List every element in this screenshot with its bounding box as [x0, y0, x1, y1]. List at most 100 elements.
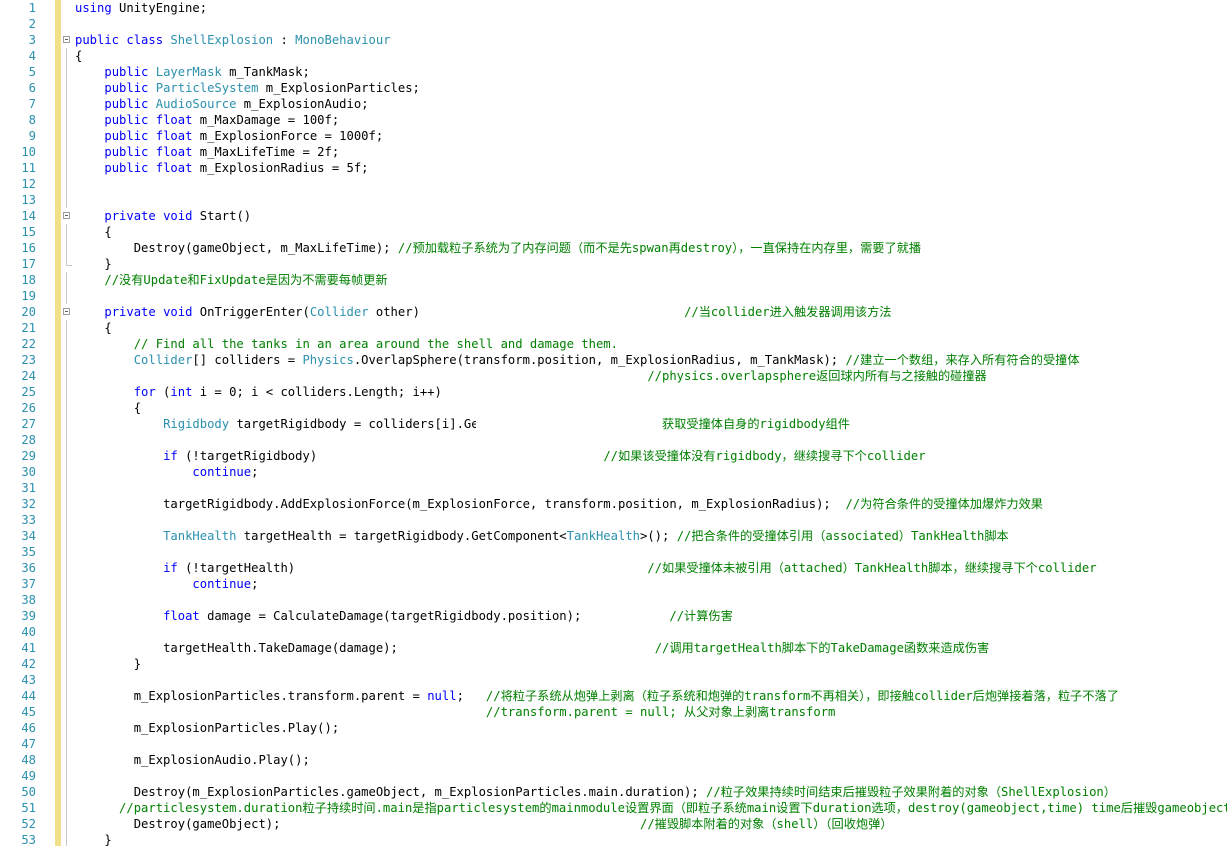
- line-code[interactable]: //particlesystem.duration粒子持续时间.main是指pa…: [75, 800, 1227, 816]
- code-line[interactable]: 8 public float m_MaxDamage = 100f;: [0, 112, 1227, 128]
- line-code[interactable]: continue;: [75, 576, 258, 592]
- code-line[interactable]: 4{: [0, 48, 1227, 64]
- code-line[interactable]: 38: [0, 592, 1227, 608]
- code-line[interactable]: 35: [0, 544, 1227, 560]
- line-code[interactable]: targetRigidbody.AddExplosionForce(m_Expl…: [75, 496, 1043, 512]
- line-code[interactable]: //没有Update和FixUpdate是因为不需要每帧更新: [75, 272, 387, 288]
- line-code[interactable]: if (!targetRigidbody) //如果该受撞体没有rigidbod…: [75, 448, 926, 464]
- line-number: 32: [21, 497, 36, 511]
- code-line[interactable]: 31: [0, 480, 1227, 496]
- line-code[interactable]: public float m_ExplosionForce = 1000f;: [75, 128, 383, 144]
- code-line[interactable]: 49: [0, 768, 1227, 784]
- code-line[interactable]: 18 //没有Update和FixUpdate是因为不需要每帧更新: [0, 272, 1227, 288]
- line-code[interactable]: continue;: [75, 464, 258, 480]
- code-line[interactable]: 23 Collider[] colliders = Physics.Overla…: [0, 352, 1227, 368]
- code-line[interactable]: 45 //transform.parent = null; 从父对象上剥离tra…: [0, 704, 1227, 720]
- code-line[interactable]: 30 continue;: [0, 464, 1227, 480]
- line-code[interactable]: public float m_ExplosionRadius = 5f;: [75, 160, 368, 176]
- collapse-toggle-icon[interactable]: [63, 308, 70, 315]
- line-code[interactable]: public ParticleSystem m_ExplosionParticl…: [75, 80, 420, 96]
- code-line[interactable]: 3 public class ShellExplosion : MonoBehav…: [0, 32, 1227, 48]
- line-code[interactable]: if (!targetHealth) //如果受撞体未被引用（attached）…: [75, 560, 1097, 576]
- code-line[interactable]: 13: [0, 192, 1227, 208]
- code-line[interactable]: 19: [0, 288, 1227, 304]
- code-token: }: [104, 257, 112, 271]
- line-code[interactable]: public class ShellExplosion : MonoBehavi…: [75, 32, 391, 48]
- code-line[interactable]: 6 public ParticleSystem m_ExplosionParti…: [0, 80, 1227, 96]
- line-code[interactable]: Destroy(m_ExplosionParticles.gameObject,…: [75, 784, 1116, 800]
- line-code[interactable]: public float m_MaxLifeTime = 2f;: [75, 144, 339, 160]
- code-line[interactable]: 50 Destroy(m_ExplosionParticles.gameObje…: [0, 784, 1227, 800]
- line-code[interactable]: using UnityEngine;: [75, 0, 207, 16]
- line-code[interactable]: //physics.overlapsphere返回球内所有与之接触的碰撞器: [75, 368, 986, 384]
- code-line[interactable]: 46 m_ExplosionParticles.Play();: [0, 720, 1227, 736]
- line-code[interactable]: float damage = CalculateDamage(targetRig…: [75, 608, 733, 624]
- collapse-toggle-icon[interactable]: [63, 36, 70, 43]
- line-code[interactable]: public LayerMask m_TankMask;: [75, 64, 309, 80]
- code-line[interactable]: 33: [0, 512, 1227, 528]
- code-line[interactable]: 43: [0, 672, 1227, 688]
- code-line[interactable]: 34 TankHealth targetHealth = targetRigid…: [0, 528, 1227, 544]
- line-code[interactable]: // Find all the tanks in an area around …: [75, 336, 618, 352]
- line-code[interactable]: TankHealth targetHealth = targetRigidbod…: [75, 528, 1009, 544]
- code-line[interactable]: 20 private void OnTriggerEnter(Collider …: [0, 304, 1227, 320]
- code-line[interactable]: 48 m_ExplosionAudio.Play();: [0, 752, 1227, 768]
- code-line[interactable]: 41 targetHealth.TakeDamage(damage); //调用…: [0, 640, 1227, 656]
- code-line[interactable]: 16 Destroy(gameObject, m_MaxLifeTime); /…: [0, 240, 1227, 256]
- code-editor[interactable]: 1 using UnityEngine; 2 3 public class ShellE…: [0, 0, 1227, 846]
- code-line[interactable]: 5 public LayerMask m_TankMask;: [0, 64, 1227, 80]
- line-code[interactable]: for (int i = 0; i < colliders.Length; i+…: [75, 384, 442, 400]
- code-line[interactable]: 12: [0, 176, 1227, 192]
- code-line[interactable]: 22 // Find all the tanks in an area arou…: [0, 336, 1227, 352]
- code-line[interactable]: 44 m_ExplosionParticles.transform.parent…: [0, 688, 1227, 704]
- line-code[interactable]: m_ExplosionParticles.Play();: [75, 720, 339, 736]
- line-code[interactable]: public float m_MaxDamage = 100f;: [75, 112, 339, 128]
- line-code[interactable]: Rigidbody targetRigidbody = colliders[i]…: [75, 416, 850, 432]
- code-line[interactable]: 51 //particlesystem.duration粒子持续时间.main是…: [0, 800, 1227, 816]
- line-code[interactable]: }: [75, 256, 112, 272]
- line-code[interactable]: m_ExplosionParticles.transform.parent = …: [75, 688, 1119, 704]
- line-code[interactable]: private void Start(): [75, 208, 251, 224]
- code-line[interactable]: 47: [0, 736, 1227, 752]
- code-line[interactable]: 40: [0, 624, 1227, 640]
- line-code[interactable]: {: [75, 400, 141, 416]
- code-line[interactable]: 15 {: [0, 224, 1227, 240]
- line-code[interactable]: {: [75, 320, 111, 336]
- code-line[interactable]: 10 public float m_MaxLifeTime = 2f;: [0, 144, 1227, 160]
- code-line[interactable]: 37 continue;: [0, 576, 1227, 592]
- line-code[interactable]: //transform.parent = null; 从父对象上剥离transf…: [75, 704, 835, 720]
- line-code[interactable]: {: [75, 48, 82, 64]
- line-code[interactable]: Destroy(gameObject); //摧毁脚本附着的对象（shell）（…: [75, 816, 893, 832]
- code-line[interactable]: 52 Destroy(gameObject); //摧毁脚本附着的对象（shel…: [0, 816, 1227, 832]
- line-code[interactable]: }: [75, 656, 141, 672]
- code-line[interactable]: 32 targetRigidbody.AddExplosionForce(m_E…: [0, 496, 1227, 512]
- code-line[interactable]: 26 {: [0, 400, 1227, 416]
- code-line[interactable]: 25 for (int i = 0; i < colliders.Length;…: [0, 384, 1227, 400]
- code-line[interactable]: 24 //physics.overlapsphere返回球内所有与之接触的碰撞器: [0, 368, 1227, 384]
- code-line[interactable]: 21 {: [0, 320, 1227, 336]
- line-code[interactable]: Collider[] colliders = Physics.OverlapSp…: [75, 352, 1080, 368]
- code-line[interactable]: 1 using UnityEngine;: [0, 0, 1227, 16]
- code-line[interactable]: 36 if (!targetHealth) //如果受撞体未被引用（attach…: [0, 560, 1227, 576]
- line-code[interactable]: Destroy(gameObject, m_MaxLifeTime); //预加…: [75, 240, 921, 256]
- code-line[interactable]: 14 private void Start(): [0, 208, 1227, 224]
- code-line[interactable]: 39 float damage = CalculateDamage(target…: [0, 608, 1227, 624]
- code-line[interactable]: 17 }: [0, 256, 1227, 272]
- code-line[interactable]: 29 if (!targetRigidbody) //如果该受撞体没有rigid…: [0, 448, 1227, 464]
- line-code[interactable]: targetHealth.TakeDamage(damage); //调用tar…: [75, 640, 989, 656]
- line-code[interactable]: private void OnTriggerEnter(Collider oth…: [75, 304, 891, 320]
- code-line[interactable]: 9 public float m_ExplosionForce = 1000f;: [0, 128, 1227, 144]
- line-code[interactable]: public AudioSource m_ExplosionAudio;: [75, 96, 368, 112]
- code-line[interactable]: 2: [0, 16, 1227, 32]
- line-number: 8: [28, 113, 36, 127]
- line-number: 6: [28, 81, 36, 95]
- line-code[interactable]: {: [75, 224, 111, 240]
- code-line[interactable]: 53 }: [0, 832, 1227, 846]
- collapse-toggle-icon[interactable]: [63, 212, 70, 219]
- code-line[interactable]: 28: [0, 432, 1227, 448]
- line-code[interactable]: }: [75, 832, 111, 846]
- code-line[interactable]: 7 public AudioSource m_ExplosionAudio;: [0, 96, 1227, 112]
- code-line[interactable]: 11 public float m_ExplosionRadius = 5f;: [0, 160, 1227, 176]
- code-line[interactable]: 42 }: [0, 656, 1227, 672]
- line-code[interactable]: m_ExplosionAudio.Play();: [75, 752, 310, 768]
